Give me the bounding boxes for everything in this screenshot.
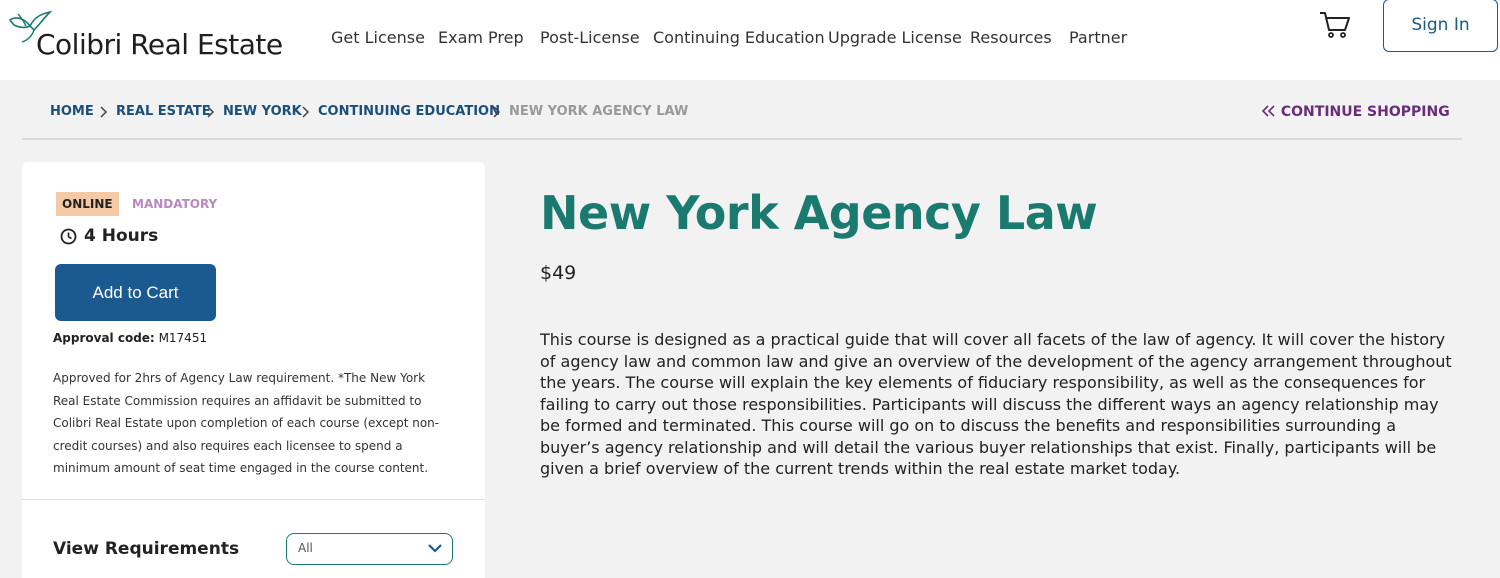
approval-code-label: Approval code: [53, 331, 155, 345]
nav-post-license[interactable]: Post-License [540, 28, 640, 47]
online-badge: ONLINE [56, 192, 119, 216]
requirements-select[interactable]: All [286, 533, 453, 565]
chevron-right-icon [207, 106, 215, 118]
breadcrumb-new-york[interactable]: NEW YORK [223, 104, 302, 119]
chevron-right-icon [100, 106, 108, 118]
requirements-select-value: All [298, 541, 313, 555]
mandatory-badge: MANDATORY [132, 197, 218, 211]
nav-continuing-education[interactable]: Continuing Education [653, 28, 825, 47]
nav-get-license[interactable]: Get License [331, 28, 425, 47]
approval-code-value: M17451 [158, 331, 208, 345]
panel-divider [22, 499, 485, 500]
site-header: Colibri Real Estate Get License Exam Pre… [0, 0, 1500, 80]
course-title: New York Agency Law [540, 186, 1098, 240]
continue-shopping-label: CONTINUE SHOPPING [1280, 104, 1450, 120]
hours-label: 4 Hours [84, 226, 159, 246]
breadcrumb-divider [22, 138, 1462, 140]
course-price: $49 [540, 262, 577, 284]
continue-shopping-link[interactable]: CONTINUE SHOPPING [1261, 104, 1450, 120]
course-sidebar-card: ONLINE MANDATORY 4 Hours Add to Cart App… [22, 162, 485, 578]
course-hours: 4 Hours [60, 226, 158, 246]
nav-partner[interactable]: Partner [1069, 28, 1127, 47]
course-description: This course is designed as a practical g… [540, 330, 1452, 478]
chevron-right-icon [302, 106, 310, 118]
approval-description: Approved for 2hrs of Agency Law requirem… [53, 371, 440, 475]
colibri-logo[interactable]: Colibri Real Estate [6, 6, 296, 66]
sign-in-button[interactable]: Sign In [1383, 0, 1498, 52]
approval-code: Approval code: M17451 [53, 331, 207, 345]
chevron-down-icon [428, 544, 442, 553]
breadcrumb-home[interactable]: HOME [50, 104, 94, 119]
chevron-right-icon [493, 106, 501, 118]
breadcrumb-real-estate[interactable]: REAL ESTATE [116, 104, 211, 119]
double-chevron-left-icon [1261, 105, 1275, 117]
nav-resources[interactable]: Resources [970, 28, 1052, 47]
add-to-cart-button[interactable]: Add to Cart [55, 264, 216, 321]
nav-exam-prep[interactable]: Exam Prep [438, 28, 524, 47]
logo-text: Colibri Real Estate [36, 28, 283, 61]
view-requirements-label: View Requirements [53, 539, 240, 559]
breadcrumb-continuing-education[interactable]: CONTINUING EDUCATION [318, 104, 500, 119]
shopping-cart-icon[interactable] [1318, 10, 1352, 40]
nav-upgrade-license[interactable]: Upgrade License [828, 28, 962, 47]
breadcrumb-current: NEW YORK AGENCY LAW [509, 104, 689, 119]
clock-icon [60, 228, 77, 245]
